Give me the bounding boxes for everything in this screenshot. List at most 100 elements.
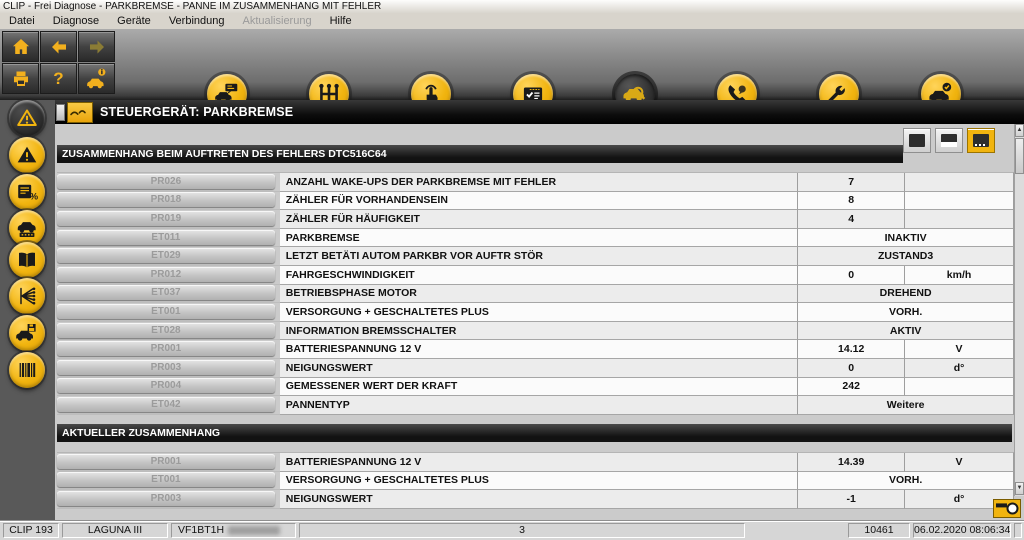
param-code-button[interactable]: ET001	[57, 472, 275, 487]
main-content: STEUERGERÄT: PARKBREMSE ZUSAMMENHANG BEI…	[55, 100, 1024, 520]
param-code-button[interactable]: ET037	[57, 285, 275, 300]
fault-warning-button[interactable]	[9, 137, 45, 173]
forward-arrow-icon	[87, 37, 107, 57]
param-code-button[interactable]: PR012	[57, 267, 275, 282]
scroll-down-button[interactable]: ▼	[1015, 482, 1024, 495]
param-code-cell: PR012	[57, 266, 280, 285]
nav-button-grid: ?	[2, 31, 120, 95]
param-value: 4	[797, 210, 904, 229]
param-value: 7	[797, 173, 904, 192]
menu-item-geräte[interactable]: Geräte	[108, 14, 160, 29]
param-code-cell: PR003	[57, 490, 280, 509]
param-value: 8	[797, 192, 904, 211]
fault-warning-icon	[15, 143, 39, 167]
param-code-button[interactable]: PR019	[57, 211, 275, 226]
status-vehicle-model: LAGUNA III	[62, 523, 168, 538]
table-row: PR012FAHRGESCHWINDIGKEIT0km/h	[57, 266, 1013, 285]
help-icon: ?	[53, 70, 63, 87]
param-code-button[interactable]: PR001	[57, 454, 275, 469]
vehicle-battery-button[interactable]	[9, 210, 45, 246]
param-label: BATTERIESPANNUNG 12 V	[280, 453, 797, 472]
param-value: -1	[797, 490, 904, 509]
status-resize-cell	[1014, 523, 1022, 538]
menu-item-verbindung[interactable]: Verbindung	[160, 14, 234, 29]
table-row: ET011PARKBREMSEINAKTIV	[57, 229, 1013, 248]
param-label: VERSORGUNG + GESCHALTETES PLUS	[280, 303, 797, 322]
view-split-button[interactable]	[935, 128, 963, 153]
view-dark-button[interactable]	[903, 128, 931, 153]
param-label: ANZAHL WAKE-UPS DER PARKBREMSE MIT FEHLE…	[280, 173, 797, 192]
param-unit: V	[904, 340, 1013, 359]
panel-toggle[interactable]	[56, 104, 65, 121]
param-code-button[interactable]: ET042	[57, 397, 275, 412]
status-datetime: 06.02.2020 08:06:34	[913, 523, 1011, 538]
vin-masked	[228, 526, 280, 535]
barcode-button[interactable]	[9, 352, 45, 388]
param-code-button[interactable]: ET001	[57, 304, 275, 319]
help-button[interactable]: ?	[40, 63, 77, 94]
param-code-button[interactable]: ET029	[57, 248, 275, 263]
param-value: 242	[797, 378, 904, 397]
status-vin: VF1BT1H	[171, 523, 296, 538]
barcode-icon	[15, 358, 39, 382]
param-code-button[interactable]: PR026	[57, 174, 275, 189]
fault-warning-active-button[interactable]	[9, 100, 45, 136]
param-code-button[interactable]: PR001	[57, 341, 275, 356]
param-state-value: VORH.	[797, 472, 1013, 491]
section-header-fault-context: ZUSAMMENHANG BEIM AUFTRETEN DES FEHLERS …	[57, 145, 903, 163]
report-percent-button[interactable]: %	[9, 174, 45, 210]
ecu-header: STEUERGERÄT: PARKBREMSE	[55, 100, 1024, 124]
table-row: ET029LETZT BETÄTI AUTOM PARKBR VOR AUFTR…	[57, 247, 1013, 266]
param-unit: V	[904, 453, 1013, 472]
print-icon	[11, 69, 31, 89]
table-row: ET042PANNENTYPWeitere	[57, 396, 1013, 415]
current-context-table: PR001BATTERIESPANNUNG 12 V14.39VET001VER…	[57, 452, 1014, 509]
param-label: NEIGUNGSWERT	[280, 359, 797, 378]
param-code-cell: PR018	[57, 192, 280, 211]
param-code-button[interactable]: PR004	[57, 378, 275, 393]
param-unit: d°	[904, 359, 1013, 378]
param-state-value: AKTIV	[797, 322, 1013, 341]
param-code-cell: PR003	[57, 359, 280, 378]
param-state-value: ZUSTAND3	[797, 247, 1013, 266]
camera-button[interactable]	[993, 499, 1021, 518]
table-row: ET037BETRIEBSPHASE MOTORDREHEND	[57, 285, 1013, 304]
print-button[interactable]	[2, 63, 39, 94]
param-state-value: Weitere	[797, 396, 1013, 415]
param-code-button[interactable]: PR018	[57, 192, 275, 207]
menu-item-datei[interactable]: Datei	[0, 14, 44, 29]
param-label: BETRIEBSPHASE MOTOR	[280, 285, 797, 304]
handbook-button[interactable]	[9, 242, 45, 278]
param-label: ZÄHLER FÜR VORHANDENSEIN	[280, 192, 797, 211]
param-value: 0	[797, 359, 904, 378]
param-label: VERSORGUNG + GESCHALTETES PLUS	[280, 472, 797, 491]
left-sidebar: %	[0, 100, 55, 520]
menu-item-hilfe[interactable]: Hilfe	[321, 14, 361, 29]
param-code-cell: PR004	[57, 378, 280, 397]
report-percent-icon: %	[15, 180, 39, 204]
home-button[interactable]	[2, 31, 39, 62]
forward-button[interactable]	[78, 31, 115, 62]
param-code-cell: ET042	[57, 396, 280, 415]
param-unit: km/h	[904, 266, 1013, 285]
menu-item-diagnose[interactable]: Diagnose	[44, 14, 108, 29]
vehicle-save-button[interactable]	[9, 315, 45, 351]
vehicle-save-icon	[15, 321, 39, 345]
param-code-button[interactable]: ET028	[57, 323, 275, 338]
back-button[interactable]	[40, 31, 77, 62]
param-code-button[interactable]: PR003	[57, 360, 275, 375]
vehicle-info-button[interactable]	[78, 63, 115, 94]
param-code-cell: ET011	[57, 229, 280, 248]
wiring-harness-button[interactable]	[9, 278, 45, 314]
param-code-button[interactable]: ET011	[57, 230, 275, 245]
scroll-thumb[interactable]	[1015, 138, 1024, 174]
table-row: PR004GEMESSENER WERT DER KRAFT242	[57, 378, 1013, 397]
view-frame-button[interactable]	[967, 128, 995, 153]
scroll-up-button[interactable]: ▲	[1015, 124, 1024, 137]
table-row: PR018 ZÄHLER FÜR VORHANDENSEIN8	[57, 192, 1013, 211]
table-row: PR003NEIGUNGSWERT-1d°	[57, 490, 1013, 509]
param-code-button[interactable]: PR003	[57, 491, 275, 506]
vertical-scrollbar[interactable]: ▲ ▼	[1014, 124, 1024, 496]
menu-bar: DateiDiagnoseGeräteVerbindungAktualisier…	[0, 14, 1024, 30]
view-split-icon	[941, 134, 957, 147]
